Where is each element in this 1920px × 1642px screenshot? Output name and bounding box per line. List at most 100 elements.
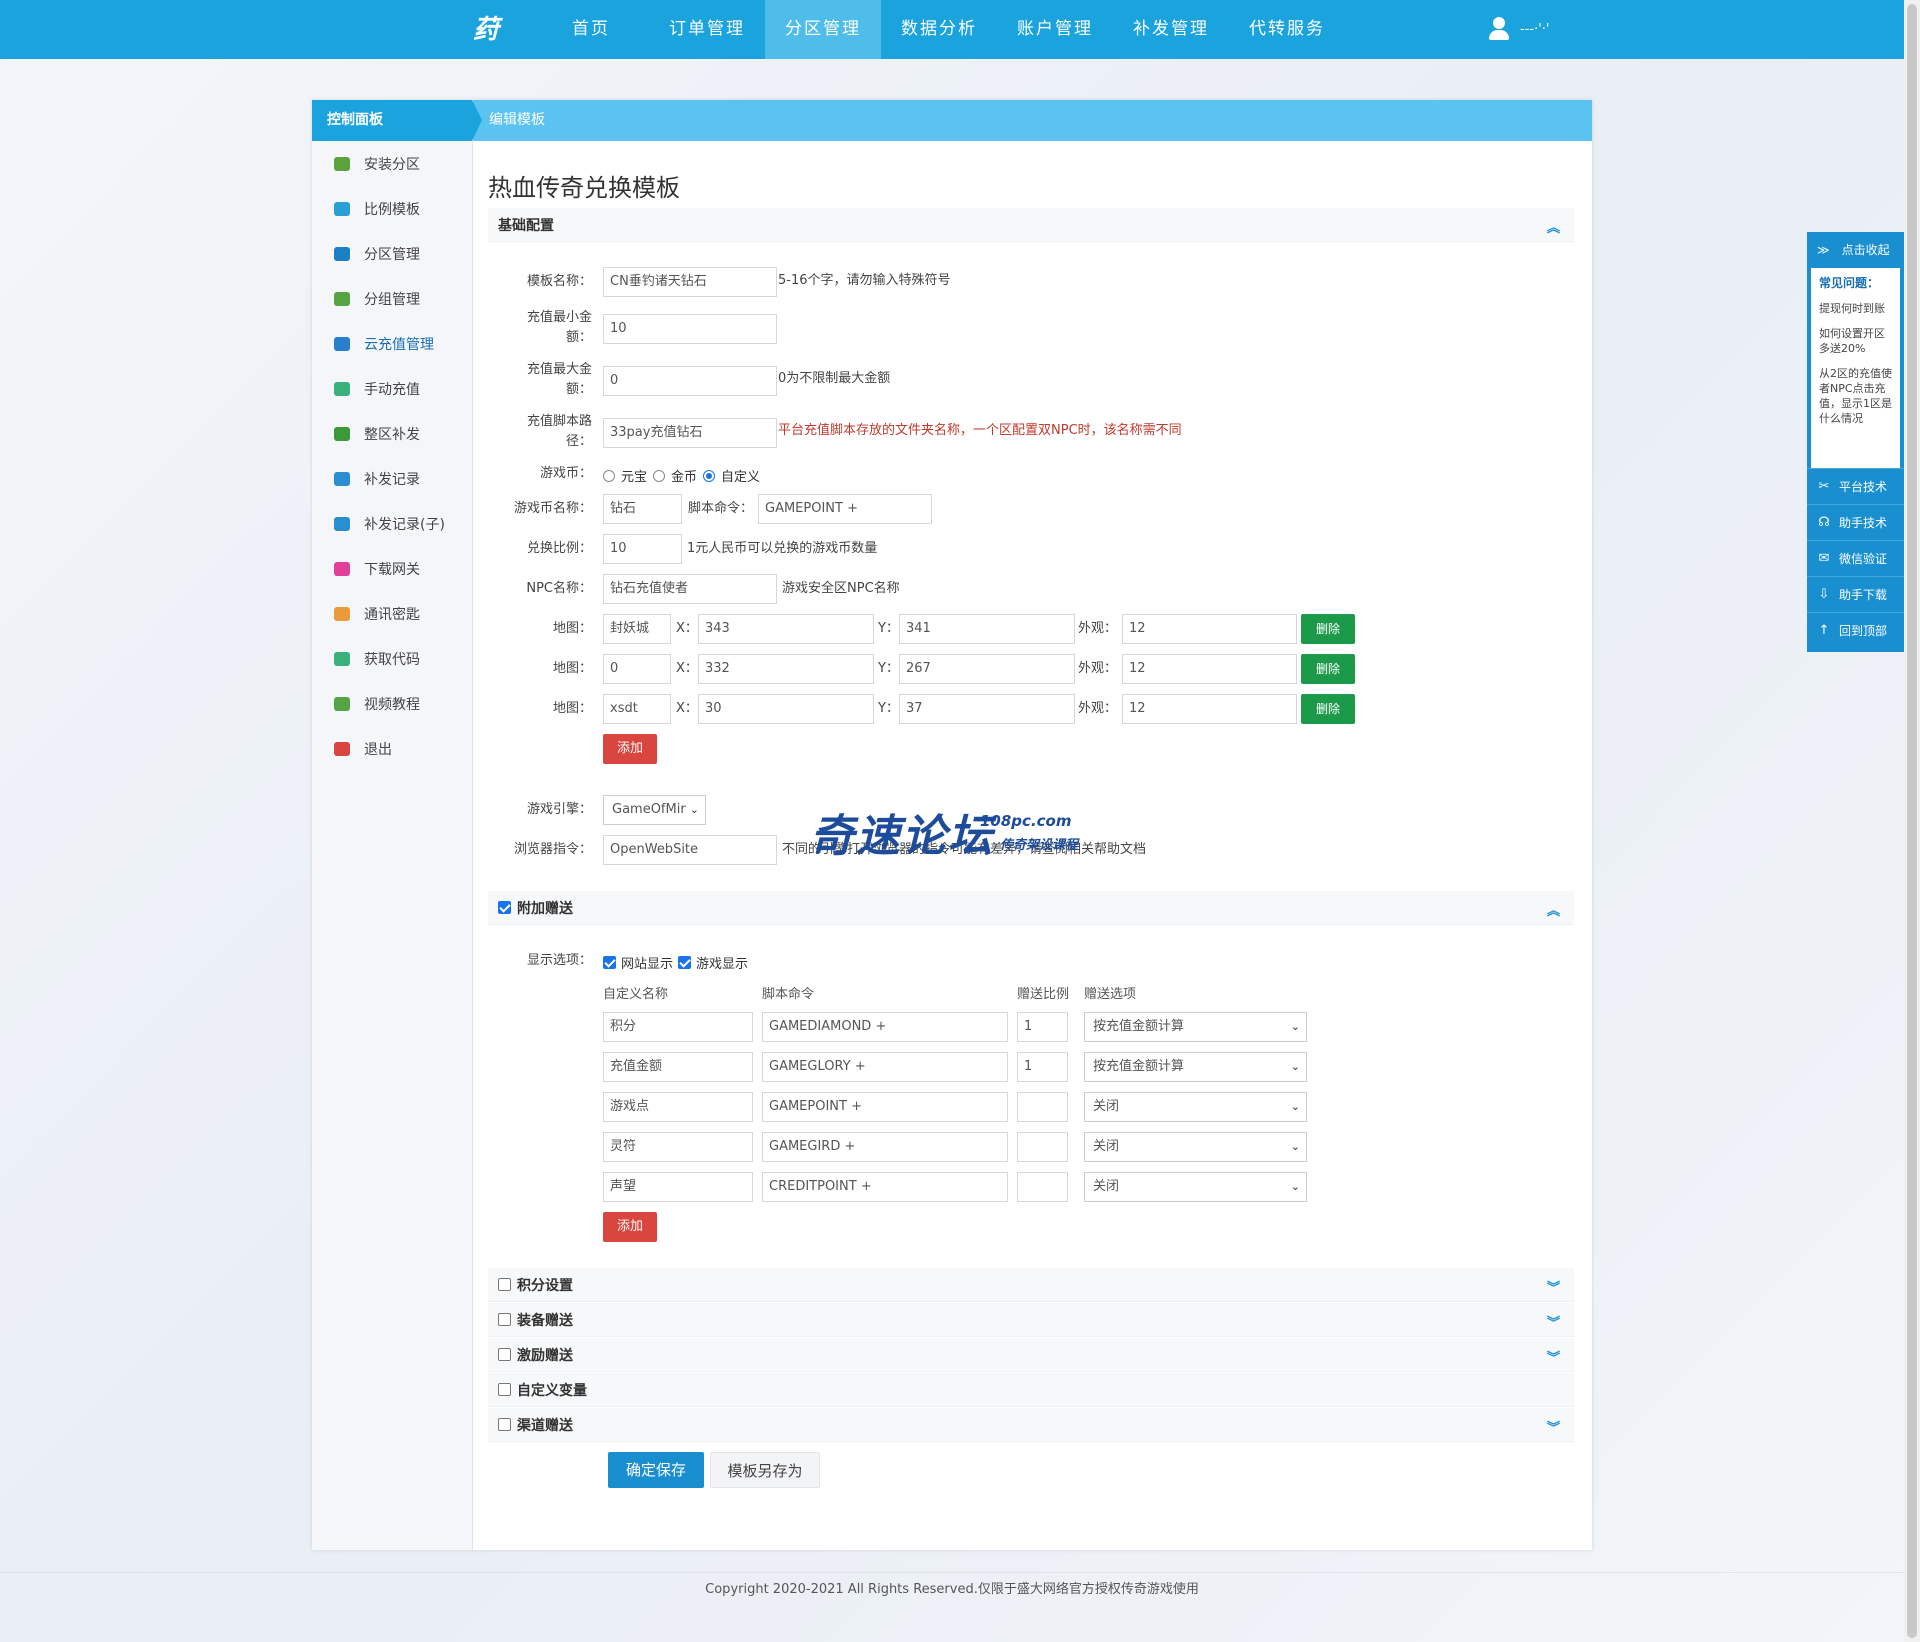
delete-map-button[interactable]: 删除: [1301, 694, 1355, 724]
logo[interactable]: 荮: [470, 14, 502, 46]
map-name-input[interactable]: xsdt: [603, 694, 671, 724]
back-to-top-link[interactable]: ↑ 回到顶部: [1807, 612, 1904, 648]
add-bonus-button[interactable]: 添加: [603, 1212, 657, 1242]
bonus-ratio-input[interactable]: 1: [1017, 1012, 1068, 1042]
chevron-down-icon[interactable]: ︾: [1547, 1277, 1560, 1296]
sidebar-item[interactable]: 分组管理: [312, 276, 472, 321]
map-y-input[interactable]: 267: [899, 654, 1075, 684]
sidebar-item[interactable]: 云充值管理: [312, 321, 472, 366]
delete-map-button[interactable]: 删除: [1301, 614, 1355, 644]
section-bonus[interactable]: 附加赠送 ︽: [488, 891, 1574, 925]
bonus-name-input[interactable]: 充值金额: [603, 1052, 753, 1082]
radio-gold[interactable]: [653, 469, 666, 482]
map-y-input[interactable]: 341: [899, 614, 1075, 644]
map-y-input[interactable]: 37: [899, 694, 1075, 724]
nav-home[interactable]: 首页: [533, 0, 649, 59]
map-name-input[interactable]: 封妖城: [603, 614, 671, 644]
bonus-ratio-input[interactable]: 1: [1017, 1052, 1068, 1082]
map-look-input[interactable]: 12: [1122, 694, 1297, 724]
nav-orders[interactable]: 订单管理: [649, 0, 765, 59]
bonus-name-input[interactable]: 声望: [603, 1172, 753, 1202]
assistant-tech-link[interactable]: ☊ 助手技术: [1807, 504, 1904, 540]
bonus-ratio-input[interactable]: [1017, 1172, 1068, 1202]
engine-select[interactable]: GameOfMir ⌄: [603, 795, 706, 825]
sidebar-item[interactable]: 分区管理: [312, 231, 472, 276]
sidebar-item[interactable]: 退出: [312, 726, 472, 771]
save-button[interactable]: 确定保存: [608, 1452, 704, 1488]
map-look-input[interactable]: 12: [1122, 654, 1297, 684]
channel-checkbox[interactable]: [498, 1418, 511, 1431]
incentive-checkbox[interactable]: [498, 1348, 511, 1361]
nav-analytics[interactable]: 数据分析: [881, 0, 997, 59]
chevron-up-icon[interactable]: ︽: [1547, 217, 1560, 236]
bonus-option-select[interactable]: 关闭 ⌄: [1084, 1132, 1307, 1162]
wechat-verify-link[interactable]: ✉ 微信验证: [1807, 540, 1904, 576]
bonus-command-input[interactable]: GAMEPOINT +: [762, 1092, 1008, 1122]
sidebar-item[interactable]: 通讯密匙: [312, 591, 472, 636]
section-basic-config[interactable]: 基础配置 ︽: [488, 208, 1574, 242]
bonus-command-input[interactable]: CREDITPOINT +: [762, 1172, 1008, 1202]
bonus-option-select[interactable]: 按充值金额计算 ⌄: [1084, 1012, 1307, 1042]
bonus-ratio-input[interactable]: [1017, 1132, 1068, 1162]
section-points[interactable]: 积分设置 ︾: [488, 1268, 1574, 1302]
bonus-command-input[interactable]: GAMEGIRD +: [762, 1132, 1008, 1162]
section-custom-variable[interactable]: 自定义变量: [488, 1373, 1574, 1407]
chevron-down-icon[interactable]: ︾: [1547, 1347, 1560, 1366]
sidebar-item[interactable]: 视频教程: [312, 681, 472, 726]
save-as-template-button[interactable]: 模板另存为: [710, 1452, 820, 1488]
chevron-up-icon[interactable]: ︽: [1547, 900, 1560, 919]
radio-custom[interactable]: [703, 469, 716, 482]
nav-zone-management[interactable]: 分区管理: [765, 0, 881, 59]
nav-account[interactable]: 账户管理: [997, 0, 1113, 59]
faq-item[interactable]: 如何设置开区多送20%: [1819, 326, 1894, 356]
map-name-input[interactable]: 0: [603, 654, 671, 684]
radio-yuanbao[interactable]: [603, 469, 615, 482]
bonus-checkbox[interactable]: [498, 901, 511, 914]
section-incentive[interactable]: 激励赠送 ︾: [488, 1338, 1574, 1372]
faq-item[interactable]: 提现何时到账: [1819, 301, 1894, 316]
nav-transfer[interactable]: 代转服务: [1229, 0, 1345, 59]
bonus-command-input[interactable]: GAMEDIAMOND +: [762, 1012, 1008, 1042]
coin-name-input[interactable]: 钻石: [603, 494, 682, 524]
bonus-name-input[interactable]: 积分: [603, 1012, 753, 1042]
sidebar-item[interactable]: 获取代码: [312, 636, 472, 681]
map-look-input[interactable]: 12: [1122, 614, 1297, 644]
sidebar-item[interactable]: 整区补发: [312, 411, 472, 456]
platform-tech-link[interactable]: ✂ 平台技术: [1807, 468, 1904, 504]
npc-name-input[interactable]: 钻石充值使者: [603, 574, 777, 604]
bonus-option-select[interactable]: 按充值金额计算 ⌄: [1084, 1052, 1307, 1082]
sidebar-item[interactable]: 下载网关: [312, 546, 472, 591]
section-channel[interactable]: 渠道赠送 ︾: [488, 1408, 1574, 1442]
map-x-input[interactable]: 30: [698, 694, 874, 724]
map-x-input[interactable]: 332: [698, 654, 874, 684]
assistant-download-link[interactable]: ⇩ 助手下载: [1807, 576, 1904, 612]
custom-variable-checkbox[interactable]: [498, 1383, 511, 1396]
bonus-ratio-input[interactable]: [1017, 1092, 1068, 1122]
chevron-down-icon[interactable]: ︾: [1547, 1312, 1560, 1331]
map-x-input[interactable]: 343: [698, 614, 874, 644]
bonus-name-input[interactable]: 游戏点: [603, 1092, 753, 1122]
bonus-option-select[interactable]: 关闭 ⌄: [1084, 1092, 1307, 1122]
add-map-button[interactable]: 添加: [603, 734, 657, 764]
max-amount-input[interactable]: 0: [603, 366, 777, 396]
bonus-name-input[interactable]: 灵符: [603, 1132, 753, 1162]
script-path-input[interactable]: 33pay充值钻石: [603, 418, 777, 448]
equipment-checkbox[interactable]: [498, 1313, 511, 1326]
section-equipment[interactable]: 装备赠送 ︾: [488, 1303, 1574, 1337]
user-menu[interactable]: ---·'·': [1488, 17, 1550, 41]
exchange-ratio-input[interactable]: 10: [603, 534, 682, 564]
points-checkbox[interactable]: [498, 1278, 511, 1291]
website-display-checkbox[interactable]: [603, 956, 616, 969]
bonus-command-input[interactable]: GAMEGLORY +: [762, 1052, 1008, 1082]
delete-map-button[interactable]: 删除: [1301, 654, 1355, 684]
chevron-down-icon[interactable]: ︾: [1547, 1417, 1560, 1436]
bonus-option-select[interactable]: 关闭 ⌄: [1084, 1172, 1307, 1202]
template-name-input[interactable]: CN垂钓诸天钻石: [603, 267, 777, 297]
sidebar-item[interactable]: 手动充值: [312, 366, 472, 411]
nav-resend[interactable]: 补发管理: [1113, 0, 1229, 59]
collapse-panel-button[interactable]: ≫ 点击收起: [1807, 232, 1904, 268]
min-amount-input[interactable]: 10: [603, 314, 777, 344]
faq-item[interactable]: 从2区的充值使者NPC点击充值，显示1区是什么情况: [1819, 366, 1894, 426]
script-command-input[interactable]: GAMEPOINT +: [758, 494, 932, 524]
game-display-checkbox[interactable]: [678, 956, 692, 969]
